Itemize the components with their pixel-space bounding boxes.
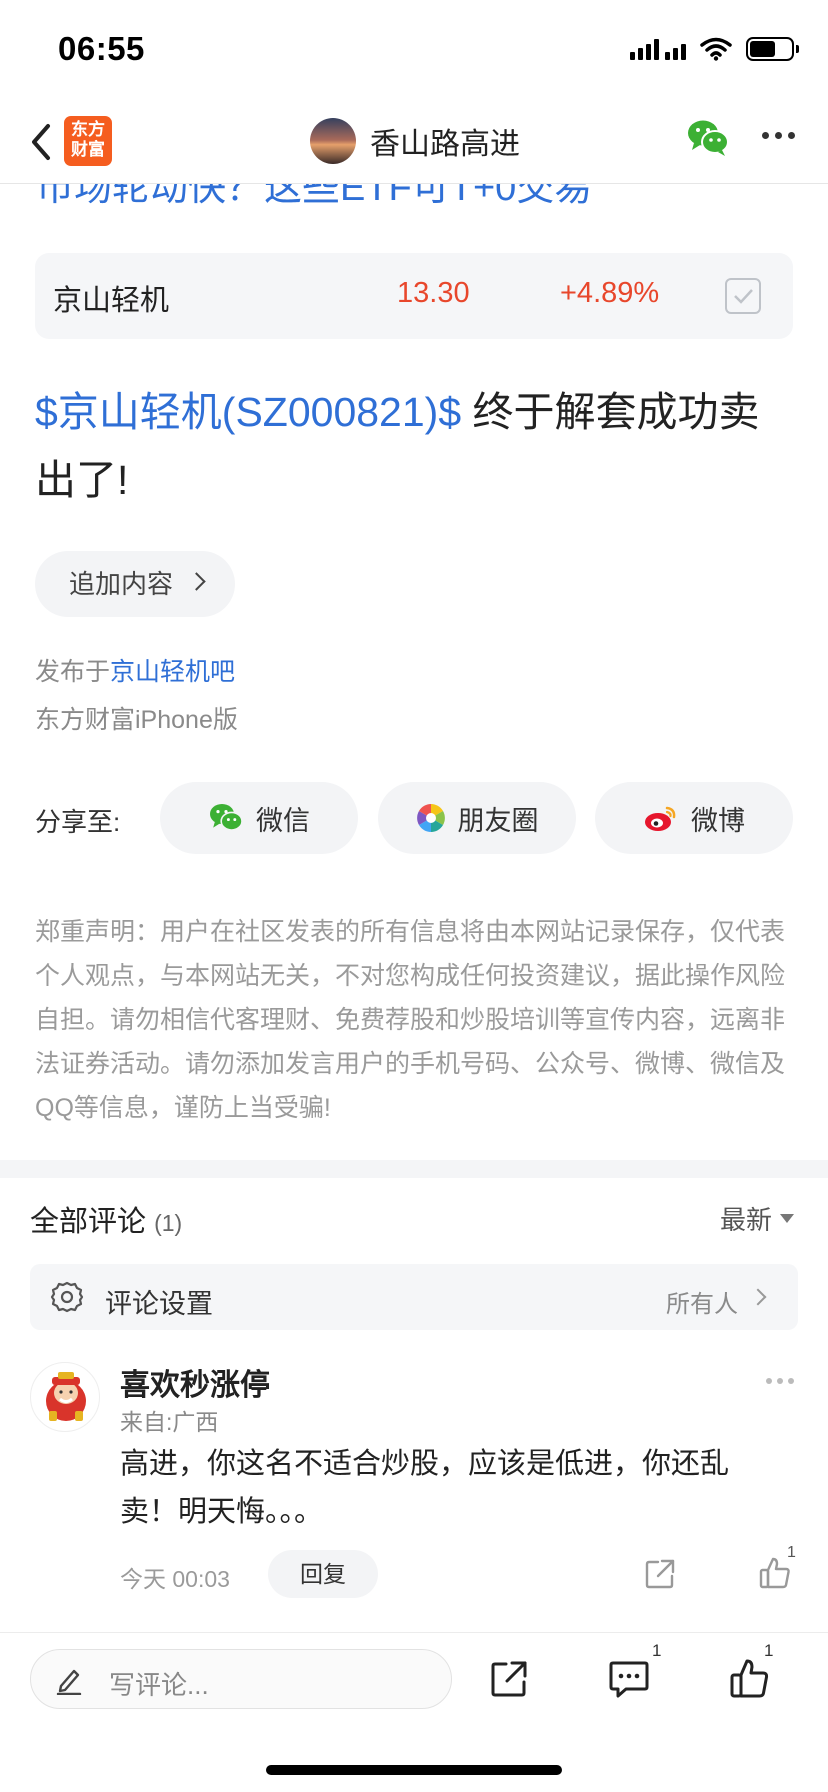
back-arrow-icon[interactable] (26, 120, 56, 164)
caret-down-icon (780, 1214, 794, 1223)
comment-time: 今天 00:03 (120, 1566, 230, 1592)
chevron-right-icon (187, 572, 206, 591)
share-weibo-label: 微博 (691, 805, 745, 836)
write-comment-input[interactable]: 写评论... (30, 1649, 452, 1709)
comments-heading: 全部评论 (1) (30, 1198, 182, 1240)
gear-icon (50, 1281, 84, 1313)
published-prefix: 发布于 (35, 658, 111, 686)
nav-bar: 东方 财富 香山路高进 (0, 100, 828, 184)
commenter-location: 来自:广西 (120, 1409, 219, 1435)
share-moments-label: 朋友圈 (457, 805, 539, 836)
status-bar: 06:55 (0, 0, 828, 100)
check-icon (734, 289, 753, 304)
author-header[interactable]: 香山路高进 (310, 116, 520, 166)
disclaimer-text: 郑重声明：用户在社区发表的所有信息将由本网站记录保存，仅代表个人观点，与本网站无… (35, 918, 786, 1122)
author-avatar[interactable] (310, 118, 356, 164)
comment-text: 高进，你这名不适合炒股，应该是低进，你还乱卖！明天悔。。。 (120, 1448, 730, 1528)
weibo-icon (645, 806, 676, 831)
comment-settings-value: 所有人 (666, 1291, 738, 1318)
bottom-action-bar: 写评论... 1 1 (0, 1632, 828, 1792)
comment-icon[interactable] (608, 1659, 650, 1699)
post-source: 东方财富iPhone版 (35, 706, 238, 734)
logo-text-bottom: 财富 (71, 140, 105, 159)
comment-share-icon[interactable] (644, 1558, 676, 1590)
logo-text-top: 东方 (71, 120, 105, 139)
author-name[interactable]: 香山路高进 (370, 119, 520, 163)
stock-price: 13.30 (397, 277, 470, 309)
stock-bar-link[interactable]: 京山轻机吧 (110, 658, 235, 686)
published-in: 发布于京山轻机吧 (35, 652, 235, 688)
more-options-icon[interactable] (762, 132, 795, 139)
stock-card[interactable]: 京山轻机 13.30 +4.89% (35, 253, 793, 339)
commenter-name[interactable]: 喜欢秒涨停 (120, 1360, 270, 1404)
share-wechat-label: 微信 (256, 805, 310, 836)
battery-icon (746, 37, 799, 61)
commenter-avatar[interactable] (30, 1362, 100, 1432)
wifi-icon (700, 37, 732, 61)
sort-label: 最新 (719, 1205, 772, 1235)
stock-tag-link[interactable]: $京山轻机(SZ000821)$ (35, 389, 461, 435)
comments-count: (1) (154, 1210, 183, 1236)
status-time: 06:55 (58, 30, 145, 67)
share-weibo-button[interactable]: 微博 (595, 782, 793, 854)
home-indicator[interactable] (266, 1765, 562, 1775)
comment-more-icon[interactable] (766, 1378, 794, 1384)
moments-icon (416, 804, 445, 832)
wechat-share-icon[interactable] (686, 118, 730, 158)
share-moments-button[interactable]: 朋友圈 (378, 782, 576, 854)
like-icon[interactable] (728, 1657, 770, 1699)
comment-settings-row[interactable]: 评论设置 所有人 (30, 1264, 798, 1330)
status-icons (630, 34, 799, 64)
like-count-badge: 1 (764, 1641, 774, 1660)
add-content-label: 追加内容 (69, 569, 174, 599)
sort-dropdown[interactable]: 最新 (720, 1200, 794, 1237)
stock-change: +4.89% (560, 277, 660, 309)
share-wechat-button[interactable]: 微信 (160, 782, 358, 854)
comment-like-count: 1 (787, 1544, 796, 1561)
write-comment-placeholder: 写评论... (109, 1670, 209, 1700)
comments-title: 全部评论 (30, 1206, 147, 1238)
share-label: 分享至: (35, 807, 121, 837)
post-content: $京山轻机(SZ000821)$ 终于解套成功卖出了! (35, 378, 795, 514)
wechat-icon (210, 804, 243, 831)
reply-button[interactable]: 回复 (268, 1550, 378, 1598)
share-icon[interactable] (489, 1659, 529, 1699)
section-divider (0, 1160, 828, 1178)
chevron-right-icon (749, 1288, 767, 1306)
avatar-image (46, 1372, 86, 1421)
add-content-button[interactable]: 追加内容 (35, 551, 235, 617)
comment-settings-label: 评论设置 (105, 1289, 213, 1319)
pencil-icon (56, 1669, 82, 1695)
app-logo[interactable]: 东方 财富 (64, 116, 112, 166)
add-watchlist-checkbox[interactable] (725, 278, 761, 314)
signal-icon (630, 38, 686, 60)
comment-count-badge: 1 (652, 1641, 662, 1660)
stock-name: 京山轻机 (53, 285, 170, 317)
